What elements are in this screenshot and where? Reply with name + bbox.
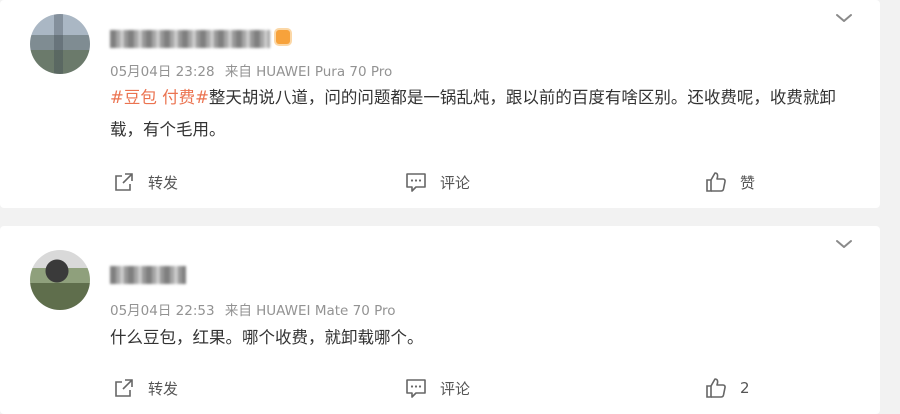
post-source: 来自 HUAWEI Pura 70 Pro bbox=[224, 64, 393, 80]
post-content: 什么豆包，红果。哪个收费，就卸载哪个。 bbox=[110, 322, 850, 354]
hashtag-link[interactable]: #豆包 付费# bbox=[110, 88, 209, 107]
vip-badge-icon bbox=[276, 30, 290, 44]
post-meta: 05月04日 23:28 来自 HUAWEI Pura 70 Pro bbox=[110, 60, 398, 80]
thumbs-up-icon bbox=[704, 376, 728, 400]
avatar[interactable] bbox=[30, 14, 90, 74]
post-text: 整天胡说八道，问的问题都是一锅乱炖，跟以前的百度有啥区别。还收费呢，收费就卸载，… bbox=[110, 88, 836, 139]
username-blurred[interactable] bbox=[110, 266, 186, 284]
like-label: 赞 bbox=[740, 173, 756, 192]
comment-label: 评论 bbox=[440, 173, 471, 192]
chevron-down-icon[interactable] bbox=[834, 8, 854, 28]
username-blurred[interactable] bbox=[110, 30, 270, 48]
share-icon bbox=[112, 170, 136, 194]
repost-button[interactable]: 转发 bbox=[112, 374, 178, 402]
post-meta: 05月04日 22:53 来自 HUAWEI Mate 70 Pro bbox=[110, 299, 402, 319]
repost-label: 转发 bbox=[148, 379, 179, 398]
comment-button[interactable]: 评论 bbox=[404, 374, 470, 402]
comment-label: 评论 bbox=[440, 379, 471, 398]
avatar[interactable] bbox=[30, 250, 90, 310]
comment-icon bbox=[404, 376, 428, 400]
post-actions: 转发 评论 赞 bbox=[0, 168, 880, 196]
post-source: 来自 HUAWEI Mate 70 Pro bbox=[224, 303, 396, 319]
share-icon bbox=[112, 376, 136, 400]
thumbs-up-icon bbox=[704, 170, 728, 194]
repost-button[interactable]: 转发 bbox=[112, 168, 178, 196]
like-count: 2 bbox=[740, 379, 750, 397]
post-timestamp[interactable]: 05月04日 23:28 bbox=[110, 64, 215, 80]
post-actions: 转发 评论 2 bbox=[0, 374, 880, 402]
like-button[interactable]: 2 bbox=[704, 374, 750, 402]
post-timestamp[interactable]: 05月04日 22:53 bbox=[110, 303, 215, 319]
comment-button[interactable]: 评论 bbox=[404, 168, 470, 196]
post-content: #豆包 付费#整天胡说八道，问的问题都是一锅乱炖，跟以前的百度有啥区别。还收费呢… bbox=[110, 82, 850, 146]
weibo-post: 05月04日 23:28 来自 HUAWEI Pura 70 Pro #豆包 付… bbox=[0, 0, 880, 208]
repost-label: 转发 bbox=[148, 173, 179, 192]
weibo-post: 05月04日 22:53 来自 HUAWEI Mate 70 Pro 什么豆包，… bbox=[0, 226, 880, 414]
chevron-down-icon[interactable] bbox=[834, 234, 854, 254]
post-text: 什么豆包，红果。哪个收费，就卸载哪个。 bbox=[110, 328, 424, 347]
comment-icon bbox=[404, 170, 428, 194]
like-button[interactable]: 赞 bbox=[704, 168, 755, 196]
